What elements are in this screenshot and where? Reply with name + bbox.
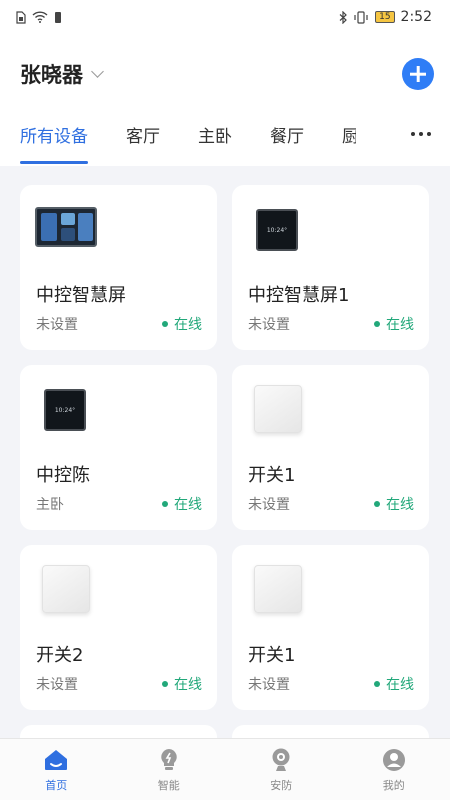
control-panel-square-icon: 10:24° (256, 209, 298, 251)
device-status: 在线 (374, 494, 414, 514)
device-status: 在线 (374, 674, 414, 694)
device-image (42, 565, 90, 613)
bottom-navigation: 首页 智能 安防 我的 (0, 738, 450, 800)
device-room: 未设置 (36, 317, 78, 333)
device-card-partial[interactable] (20, 725, 217, 739)
online-dot-icon (374, 321, 380, 327)
device-name: 中控智慧屏 (36, 285, 126, 306)
wall-switch-icon (254, 385, 302, 433)
room-tabs: 所有设备 客厅 主卧 餐厅 厨 (0, 114, 450, 166)
tab-master-bedroom[interactable]: 主卧 (198, 114, 232, 154)
nav-smart[interactable]: 智能 (129, 747, 209, 793)
device-card[interactable]: 中控智慧屏 未设置 在线 (20, 185, 217, 350)
tab-dining-room[interactable]: 餐厅 (270, 114, 304, 154)
battery-icon: 15 (375, 11, 395, 23)
nav-label: 首页 (45, 778, 68, 792)
control-panel-square-icon: 10:24° (44, 389, 86, 431)
online-dot-icon (162, 321, 168, 327)
add-device-button[interactable] (402, 58, 434, 90)
nav-profile[interactable]: 我的 (354, 747, 434, 793)
device-room: 主卧 (36, 497, 64, 513)
device-room: 未设置 (248, 677, 290, 693)
nav-security[interactable]: 安防 (241, 747, 321, 793)
status-bar: 15 2:52 (0, 0, 450, 34)
battery-level: 15 (379, 12, 391, 22)
device-status: 在线 (162, 314, 202, 334)
vibrate-icon (354, 10, 368, 24)
camera-icon (272, 748, 290, 771)
home-selector[interactable]: 张晓器 (20, 59, 104, 89)
home-icon (45, 749, 68, 770)
device-card[interactable]: 开关2 未设置 在线 (20, 545, 217, 710)
nav-label: 智能 (157, 778, 180, 792)
nav-home[interactable]: 首页 (16, 747, 96, 793)
device-status: 在线 (374, 314, 414, 334)
clock: 2:52 (400, 9, 432, 25)
sim-card-icon (16, 10, 26, 24)
device-name: 中控陈 (36, 465, 90, 486)
device-card[interactable]: 开关1 未设置 在线 (232, 365, 429, 530)
online-dot-icon (374, 501, 380, 507)
device-image: 10:24° (256, 209, 298, 251)
device-image (254, 385, 302, 433)
device-status: 在线 (162, 674, 202, 694)
online-dot-icon (374, 681, 380, 687)
tab-living-room[interactable]: 客厅 (126, 114, 160, 154)
device-name: 开关1 (248, 465, 296, 486)
more-tabs-button[interactable] (392, 114, 450, 154)
device-image: 10:24° (44, 389, 86, 431)
online-dot-icon (162, 681, 168, 687)
device-room: 未设置 (36, 677, 78, 693)
tab-kitchen[interactable]: 厨 (342, 114, 356, 154)
device-image (35, 207, 97, 247)
wifi-icon (32, 11, 48, 23)
header: 张晓器 (0, 34, 450, 114)
device-card[interactable]: 10:24° 中控陈 主卧 在线 (20, 365, 217, 530)
home-name: 张晓器 (20, 63, 83, 87)
smart-bulb-icon (161, 748, 177, 770)
wall-switch-icon (254, 565, 302, 613)
online-dot-icon (162, 501, 168, 507)
device-name: 开关1 (248, 645, 296, 666)
storage-icon (55, 11, 61, 23)
more-icon (411, 132, 415, 136)
device-card-partial[interactable] (232, 725, 429, 739)
device-room: 未设置 (248, 317, 290, 333)
device-card[interactable]: 10:24° 中控智慧屏1 未设置 在线 (232, 185, 429, 350)
control-panel-wide-icon (35, 207, 97, 247)
device-room: 未设置 (248, 497, 290, 513)
nav-label: 安防 (270, 778, 293, 792)
tab-all-devices[interactable]: 所有设备 (20, 114, 88, 164)
bluetooth-icon (339, 10, 347, 24)
chevron-down-icon (91, 65, 104, 78)
device-card[interactable]: 开关1 未设置 在线 (232, 545, 429, 710)
profile-icon (382, 748, 405, 771)
wall-switch-icon (42, 565, 90, 613)
device-grid: 中控智慧屏 未设置 在线 10:24° 中控智慧屏1 未设置 在线 10:24°… (20, 185, 430, 739)
nav-label: 我的 (382, 778, 405, 792)
device-status: 在线 (162, 494, 202, 514)
device-name: 中控智慧屏1 (248, 285, 350, 306)
device-image (254, 565, 302, 613)
device-name: 开关2 (36, 645, 84, 666)
